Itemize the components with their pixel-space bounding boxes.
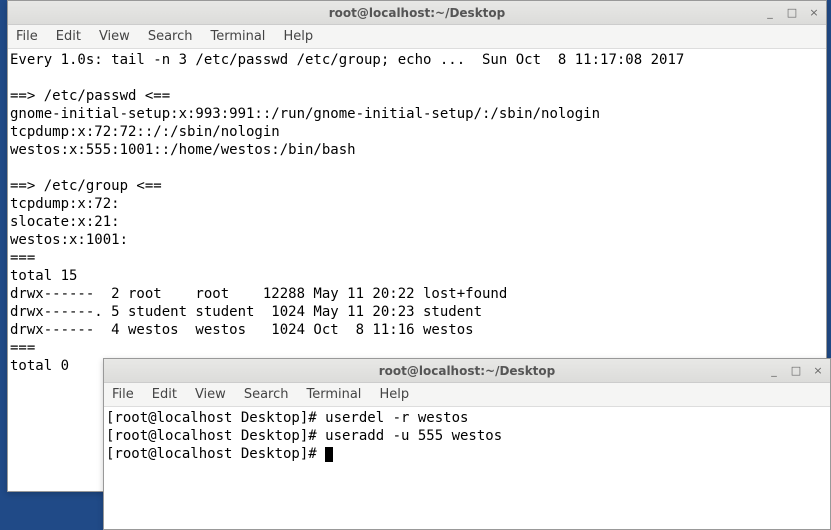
menu-search[interactable]: Search [148, 29, 193, 44]
menu-file[interactable]: File [16, 29, 38, 44]
menu-view[interactable]: View [99, 29, 130, 44]
titlebar[interactable]: root@localhost:~/Desktop _ □ × [8, 1, 826, 25]
maximize-icon[interactable]: □ [788, 362, 804, 378]
menubar: File Edit View Search Terminal Help [8, 25, 826, 49]
menu-view[interactable]: View [195, 387, 226, 402]
menu-help[interactable]: Help [379, 387, 409, 402]
titlebar[interactable]: root@localhost:~/Desktop _ □ × [104, 359, 830, 383]
minimize-icon[interactable]: _ [766, 362, 782, 378]
menu-terminal[interactable]: Terminal [210, 29, 265, 44]
menu-terminal[interactable]: Terminal [306, 387, 361, 402]
window-controls: _ □ × [766, 362, 826, 378]
close-icon[interactable]: × [806, 4, 822, 20]
maximize-icon[interactable]: □ [784, 4, 800, 20]
menu-search[interactable]: Search [244, 387, 289, 402]
terminal-window-foreground: root@localhost:~/Desktop _ □ × File Edit… [103, 358, 831, 530]
menu-file[interactable]: File [112, 387, 134, 402]
cursor-icon [325, 447, 333, 462]
window-title: root@localhost:~/Desktop [379, 364, 556, 378]
menu-edit[interactable]: Edit [152, 387, 177, 402]
window-title: root@localhost:~/Desktop [329, 6, 506, 20]
terminal-output[interactable]: [root@localhost Desktop]# userdel -r wes… [104, 407, 830, 527]
minimize-icon[interactable]: _ [762, 4, 778, 20]
close-icon[interactable]: × [810, 362, 826, 378]
menu-edit[interactable]: Edit [56, 29, 81, 44]
menu-help[interactable]: Help [283, 29, 313, 44]
window-controls: _ □ × [762, 4, 822, 20]
menubar: File Edit View Search Terminal Help [104, 383, 830, 407]
